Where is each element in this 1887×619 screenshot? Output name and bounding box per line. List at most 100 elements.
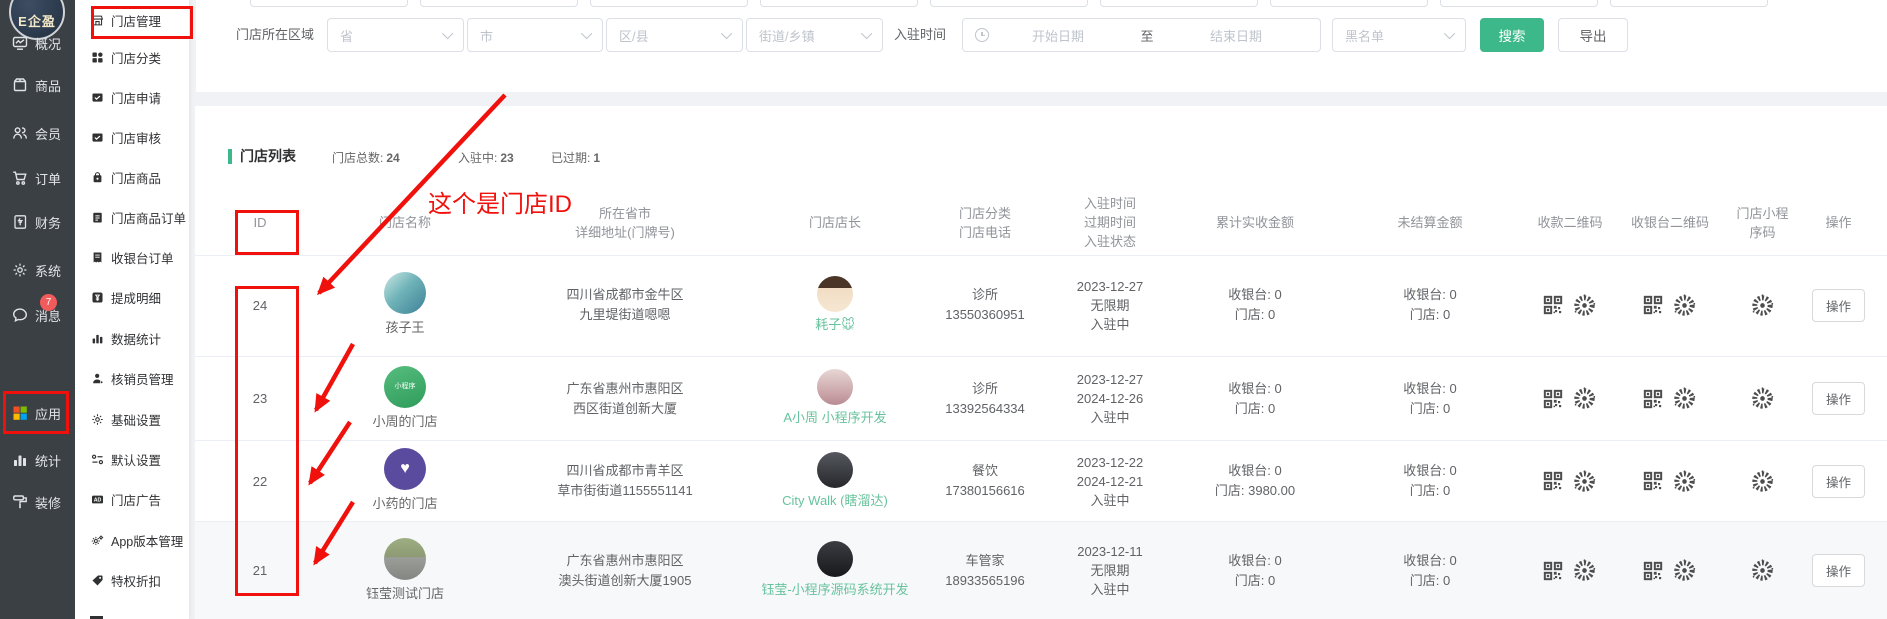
date-range-input[interactable]: 开始日期 至 结束日期 <box>962 18 1321 52</box>
cell-payment-qr <box>1520 293 1620 318</box>
store-avatar: ♥ <box>384 448 426 490</box>
miniprogram-code-icon[interactable] <box>1672 469 1697 494</box>
cell-cashier-qr <box>1620 558 1720 583</box>
person-icon <box>90 371 104 385</box>
miniprogram-code-icon[interactable] <box>1750 558 1775 583</box>
menu-item-store-management[interactable]: 门店管理 <box>75 10 190 30</box>
status-badge: 入驻中 <box>1090 491 1129 510</box>
menu-item-basic-settings[interactable]: 基础设置 <box>75 409 190 429</box>
miniprogram-code-icon[interactable] <box>1672 386 1697 411</box>
miniprogram-code-icon[interactable] <box>1750 469 1775 494</box>
cutoff-input[interactable] <box>1440 0 1598 7</box>
messages-icon <box>11 307 28 324</box>
miniprogram-code-icon[interactable] <box>1750 386 1775 411</box>
export-button[interactable]: 导出 <box>1558 18 1628 52</box>
menu-item-store-goods-orders[interactable]: 门店商品订单 <box>75 207 190 227</box>
sidebar-item-goods[interactable]: 商品 <box>0 74 75 96</box>
sidebar-item-members[interactable]: 会员 <box>0 122 75 144</box>
sidebar-item-stats[interactable]: 统计 <box>0 449 75 471</box>
cutoff-input[interactable] <box>1610 0 1768 7</box>
cell-payment-qr <box>1520 558 1620 583</box>
filter-panel: 门店所在区域 省 市 区/县 街道/乡镇 入驻时间 开始日期 至 结束日期 黑名… <box>196 0 1887 92</box>
cutoff-input[interactable] <box>1100 0 1258 7</box>
qr-code-icon[interactable] <box>1643 389 1663 409</box>
cutoff-input[interactable] <box>930 0 1088 7</box>
row-action-button[interactable]: 操作 <box>1812 382 1865 415</box>
blacklist-select[interactable]: 黑名单 <box>1332 18 1466 52</box>
sidebar-item-overview[interactable]: 概况 <box>0 32 75 54</box>
table-row: 22 ♥ 小药的门店 四川省成都市青羊区 草市街街道1155551141 Cit… <box>195 440 1887 521</box>
table-row: 23 小程序 小周的门店 广东省惠州市惠阳区 西区街道创新大厦 A小周 小程序开… <box>195 356 1887 440</box>
cell-address: 广东省惠州市惠阳区 西区街道创新大厦 <box>500 379 750 419</box>
search-button[interactable]: 搜索 <box>1480 18 1544 52</box>
cutoff-input[interactable] <box>1270 0 1428 7</box>
qr-code-icon[interactable] <box>1543 389 1563 409</box>
menu-item-store-ads[interactable]: 门店广告 <box>75 489 190 509</box>
join-time-filter-label: 入驻时间 <box>894 18 946 52</box>
cutoff-input[interactable] <box>420 0 578 7</box>
street-select[interactable]: 街道/乡镇 <box>746 18 883 52</box>
cutoff-input[interactable] <box>250 0 408 7</box>
menu-item-cashier-orders[interactable]: 收银台订单 <box>75 247 190 267</box>
miniprogram-code-icon[interactable] <box>1572 293 1597 318</box>
menu-item-data-stats[interactable]: 数据统计 <box>75 328 190 348</box>
sidebar-item-decorate[interactable]: 装修 <box>0 491 75 513</box>
status-badge: 入驻中 <box>1090 408 1129 427</box>
column-header-action: 操作 <box>1805 213 1872 232</box>
qr-code-icon[interactable] <box>1643 295 1663 315</box>
menu-item-verifier-management[interactable]: 核销员管理 <box>75 368 190 388</box>
cutoff-input[interactable] <box>590 0 748 7</box>
ad-icon <box>90 492 104 506</box>
row-action-button[interactable]: 操作 <box>1812 289 1865 322</box>
menu-item-commission-detail[interactable]: 提成明细 <box>75 287 190 307</box>
cutoff-input[interactable] <box>760 0 918 7</box>
store-avatar: 小程序 <box>384 366 426 408</box>
row-action-button[interactable]: 操作 <box>1812 554 1865 587</box>
sidebar-item-label: 财务 <box>35 213 61 232</box>
logo-text: E企盈 <box>18 11 56 30</box>
sidebar-item-finance[interactable]: 财务 <box>0 211 75 233</box>
menu-item-store-apply[interactable]: 门店申请 <box>75 87 190 107</box>
menu-item-store-audit[interactable]: 门店审核 <box>75 127 190 147</box>
sidebar-item-system[interactable]: 系统 <box>0 259 75 281</box>
cell-manager: A小周 小程序开发 <box>750 369 920 428</box>
sidebar-item-label: 商品 <box>35 76 61 95</box>
miniprogram-code-icon[interactable] <box>1572 386 1597 411</box>
miniprogram-code-icon[interactable] <box>1572 558 1597 583</box>
sidebar-item-orders[interactable]: 订单 <box>0 167 75 189</box>
menu-item-label: 特权折扣 <box>111 571 161 590</box>
gears-icon <box>90 533 104 547</box>
menu-item-label: 核销员管理 <box>111 369 174 388</box>
tag-icon <box>90 573 104 587</box>
qr-code-icon[interactable] <box>1643 561 1663 581</box>
menu-item-label: 门店商品 <box>111 168 161 187</box>
status-badge: 入驻中 <box>1090 315 1129 334</box>
miniprogram-code-icon[interactable] <box>1672 558 1697 583</box>
cell-id: 22 <box>210 474 310 489</box>
menu-item-default-settings[interactable]: 默认设置 <box>75 449 190 469</box>
menu-item-store-category[interactable]: 门店分类 <box>75 47 190 67</box>
end-date-placeholder: 结束日期 <box>1177 26 1295 45</box>
sidebar-item-messages[interactable]: 消息 7 <box>0 304 75 326</box>
row-action-button[interactable]: 操作 <box>1812 465 1865 498</box>
menu-item-store-goods[interactable]: 门店商品 <box>75 167 190 187</box>
menu-item-privilege-discount[interactable]: 特权折扣 <box>75 570 190 590</box>
qr-code-icon[interactable] <box>1643 471 1663 491</box>
miniprogram-code-icon[interactable] <box>1572 469 1597 494</box>
miniprogram-code-icon[interactable] <box>1750 293 1775 318</box>
menu-item-app-version[interactable]: App版本管理 <box>75 530 190 550</box>
qr-code-icon[interactable] <box>1543 471 1563 491</box>
cell-unsettled: 收银台: 0 门店: 0 <box>1340 551 1520 591</box>
qr-code-icon[interactable] <box>1543 561 1563 581</box>
sidebar-item-apps[interactable]: 应用 <box>0 402 75 424</box>
cell-store-miniprogram <box>1720 386 1805 411</box>
cell-store: ♥ 小药的门店 <box>310 448 500 514</box>
province-select[interactable]: 省 <box>327 18 464 52</box>
menu-item-label: 门店审核 <box>111 128 161 147</box>
miniprogram-code-icon[interactable] <box>1672 293 1697 318</box>
district-select[interactable]: 区/县 <box>606 18 743 52</box>
city-select[interactable]: 市 <box>467 18 603 52</box>
column-header-received: 累计实收金额 <box>1170 213 1340 232</box>
qr-code-icon[interactable] <box>1543 295 1563 315</box>
cell-join-time: 2023-12-22 2024-12-21 入驻中 <box>1050 453 1170 510</box>
